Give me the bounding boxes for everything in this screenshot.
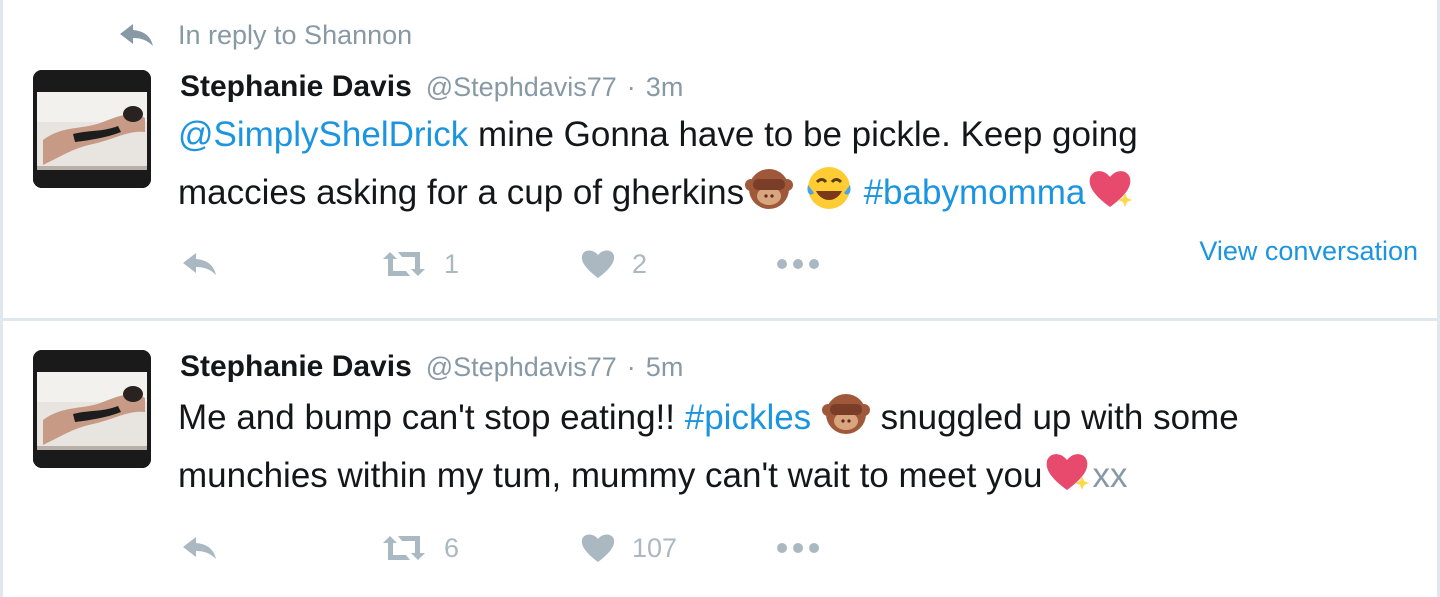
- tweet-text-line-1: mine Gonna have to be pickle. Keep going: [478, 115, 1138, 154]
- see-no-evil-monkey-icon: [821, 388, 871, 438]
- separator: ·: [626, 352, 636, 382]
- tweet-text: @SimplyShelDrick mine Gonna have to be p…: [178, 106, 1418, 221]
- heart-icon: [581, 534, 615, 562]
- reply-icon: [118, 21, 156, 49]
- more-dots-icon: [777, 543, 819, 553]
- retweet-count: 6: [444, 532, 460, 563]
- retweet-icon: [383, 252, 425, 276]
- username[interactable]: @Stephdavis77: [426, 72, 617, 103]
- retweet-icon: [383, 536, 425, 560]
- fullname[interactable]: Stephanie Davis: [180, 70, 412, 104]
- hashtag-link[interactable]: #pickles: [685, 398, 811, 437]
- reply-context-text: In reply to Shannon: [178, 19, 413, 50]
- avatar[interactable]: [33, 70, 151, 188]
- like-button[interactable]: 107: [580, 532, 775, 564]
- more-dots-icon: [777, 259, 819, 269]
- reply-icon: [183, 537, 216, 559]
- more-button[interactable]: [775, 257, 821, 271]
- mention-link[interactable]: @SimplyShelDrick: [178, 115, 468, 154]
- see-no-evil-monkey-icon: [744, 163, 794, 213]
- like-count: 107: [632, 532, 678, 563]
- separator: ·: [626, 72, 636, 102]
- timestamp[interactable]: 5m: [646, 352, 684, 383]
- tweet-header: Stephanie Davis @Stephdavis77 · 5m: [180, 350, 683, 384]
- face-with-tears-of-joy-icon: [804, 163, 854, 213]
- sparkling-heart-icon: [1085, 163, 1135, 213]
- retweet-button[interactable]: 6: [380, 533, 580, 564]
- view-conversation-link[interactable]: View conversation: [1199, 236, 1418, 267]
- reply-button[interactable]: [180, 249, 380, 279]
- tweet-divider: [0, 318, 1440, 321]
- tweet-text-line-2: maccies asking for a cup of gherkins: [178, 173, 745, 212]
- heart-icon: [581, 250, 615, 278]
- tweet-text-line-1b: snuggled up with some: [880, 398, 1239, 437]
- tweet[interactable]: In reply to Shannon Stephanie Davis @Ste…: [0, 0, 1440, 320]
- tweet-actions: 6 107: [180, 532, 821, 564]
- tweet-text-suffix: xx: [1092, 456, 1128, 495]
- fullname[interactable]: Stephanie Davis: [180, 350, 412, 384]
- tweet-text-line-1: Me and bump can't stop eating!!: [178, 398, 675, 437]
- tweet-header: Stephanie Davis @Stephdavis77 · 3m: [180, 70, 683, 104]
- retweet-button[interactable]: 1: [380, 249, 580, 280]
- tweet-text-line-2: munchies within my tum, mummy can't wait…: [178, 456, 1043, 495]
- reply-button[interactable]: [180, 533, 380, 563]
- tweet-actions: 1 2: [180, 248, 821, 280]
- tweet[interactable]: Stephanie Davis @Stephdavis77 · 5m Me an…: [0, 322, 1440, 597]
- like-button[interactable]: 2: [580, 248, 775, 280]
- sparkling-heart-icon: [1042, 446, 1092, 496]
- username[interactable]: @Stephdavis77: [426, 352, 617, 383]
- retweet-count: 1: [444, 248, 460, 279]
- reply-context[interactable]: In reply to Shannon: [118, 18, 412, 52]
- timestamp[interactable]: 3m: [646, 72, 684, 103]
- reply-icon: [183, 253, 216, 275]
- more-button[interactable]: [775, 541, 821, 555]
- hashtag-link[interactable]: #babymomma: [864, 173, 1086, 212]
- tweet-text: Me and bump can't stop eating!! #pickles…: [178, 388, 1418, 504]
- avatar[interactable]: [33, 350, 151, 468]
- like-count: 2: [632, 248, 648, 279]
